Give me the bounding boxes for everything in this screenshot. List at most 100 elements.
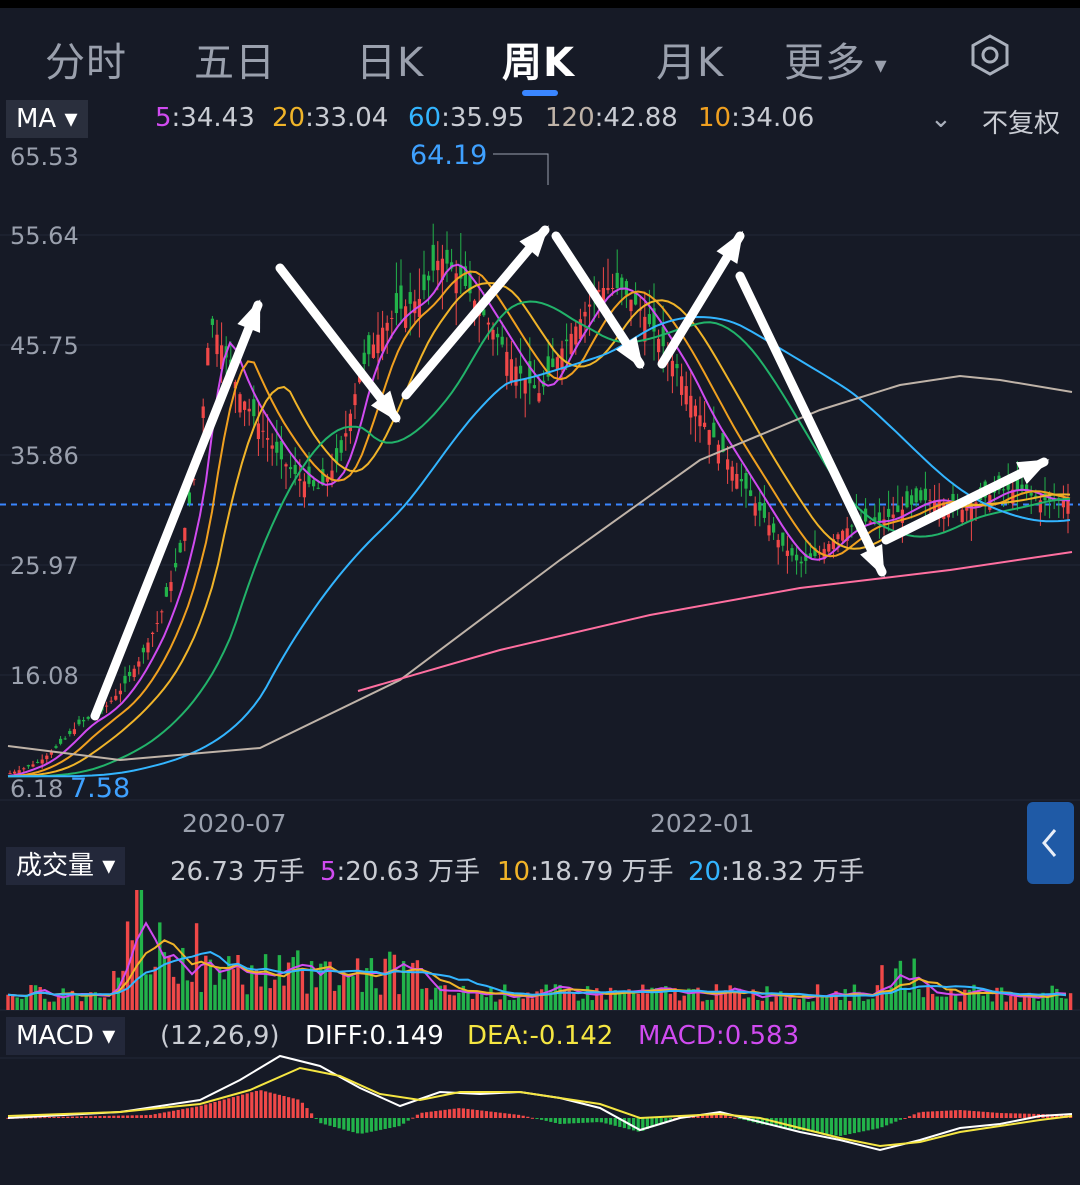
macd-dropdown-button[interactable]: MACD ▾: [6, 1017, 126, 1055]
volume-bar: [383, 958, 387, 1010]
volume-bar: [332, 990, 337, 1010]
macd-params: (12,26,9): [160, 1021, 280, 1051]
volume-bar: [774, 996, 778, 1010]
candle-body: [758, 502, 762, 511]
macd-histogram-bar: [80, 1116, 84, 1118]
macd-histogram-bar: [264, 1091, 268, 1118]
candle-body: [210, 318, 214, 325]
candle-body: [422, 274, 426, 291]
macd-histogram-bar: [480, 1110, 484, 1118]
volume-bar: [765, 986, 769, 1010]
macd-histogram-bar: [940, 1110, 944, 1118]
candle-body: [1029, 492, 1033, 496]
volume-bar: [806, 1001, 811, 1010]
volume-bar: [590, 1000, 594, 1010]
candle-body: [689, 395, 693, 418]
candle-body: [201, 406, 205, 418]
macd-histogram-bar: [963, 1110, 967, 1118]
macd-histogram-bar: [558, 1118, 562, 1124]
candle-body: [275, 441, 279, 453]
macd-histogram-bar: [825, 1118, 829, 1135]
volume-bar: [742, 998, 746, 1010]
macd-histogram-bar: [66, 1116, 70, 1118]
macd-histogram-bar: [300, 1102, 304, 1118]
candle-body: [376, 334, 380, 354]
volume-bar: [52, 1001, 56, 1010]
macd-histogram-bar: [894, 1118, 898, 1122]
volume-bar: [10, 994, 15, 1010]
macd-histogram-bar: [107, 1115, 111, 1118]
macd-histogram-bar: [944, 1110, 948, 1118]
candle-body: [684, 386, 688, 405]
volume-bar: [1036, 1000, 1041, 1010]
volume-ma-5: 5:20.63 万手: [320, 857, 481, 887]
macd-histogram-bar: [273, 1093, 277, 1118]
candle-body: [615, 272, 619, 289]
volume-bar: [259, 986, 263, 1010]
candle-body: [252, 399, 256, 417]
candle-body: [394, 293, 398, 314]
macd-histogram-bar: [231, 1097, 235, 1118]
volume-bar: [43, 998, 47, 1010]
candle-body: [519, 365, 523, 374]
macd-histogram-bar: [599, 1118, 603, 1123]
volume-bar: [622, 991, 627, 1010]
candle-body: [339, 440, 343, 453]
volume-bar: [700, 1001, 705, 1010]
macd-histogram-bar: [342, 1118, 346, 1130]
candle-body: [399, 285, 403, 309]
candle-body: [82, 720, 86, 722]
volume-ma20-line: [7, 951, 1067, 998]
candle-body: [707, 430, 711, 445]
macd-histogram-bar: [889, 1118, 893, 1124]
macd-histogram-bar: [613, 1118, 617, 1126]
price-chart[interactable]: [0, 0, 1080, 1185]
macd-histogram-bar: [250, 1092, 254, 1118]
macd-histogram-bar: [885, 1118, 889, 1126]
volume-bar: [351, 976, 355, 1010]
volume-bar: [291, 957, 295, 1010]
candle-body: [629, 299, 633, 312]
volume-dropdown-button[interactable]: 成交量 ▾: [6, 847, 126, 885]
candle-body: [574, 326, 578, 345]
volume-bar: [493, 1001, 498, 1010]
volume-bar: [6, 994, 10, 1010]
candle-body: [569, 333, 573, 355]
macd-histogram-bar: [406, 1118, 410, 1121]
candle-body: [256, 423, 260, 440]
macd-histogram-bar: [227, 1098, 231, 1118]
volume-bar: [33, 985, 38, 1010]
macd-histogram-bar: [47, 1117, 51, 1119]
macd-histogram-bar: [70, 1116, 74, 1118]
macd-histogram-bar: [305, 1108, 309, 1118]
volume-bar: [199, 991, 203, 1010]
volume-ma5-line: [7, 921, 1067, 1000]
candle-body: [647, 314, 651, 325]
volume-bar: [185, 980, 190, 1010]
macd-histogram-bar: [733, 1117, 737, 1119]
macd-histogram-bar: [507, 1113, 511, 1118]
macd-histogram-bar: [972, 1111, 976, 1118]
volume-bar: [848, 1000, 852, 1010]
macd-histogram-bar: [429, 1111, 433, 1118]
volume-bar: [194, 923, 199, 1010]
candle-body: [183, 527, 187, 541]
candle-body: [293, 464, 297, 474]
macd-histogram-bar: [484, 1111, 488, 1118]
macd-histogram-bar: [572, 1118, 576, 1124]
volume-bar: [273, 979, 277, 1010]
volume-bar: [604, 999, 608, 1010]
volume-bar: [852, 984, 857, 1010]
volume-bar: [342, 970, 346, 1010]
candle-body: [868, 521, 872, 523]
volume-bar: [949, 989, 953, 1010]
volume-bar: [176, 983, 180, 1010]
volume-bar: [907, 992, 912, 1010]
volume-bar: [263, 954, 268, 1010]
candle-body: [118, 690, 122, 695]
volume-bar: [682, 995, 686, 1010]
volume-bar: [457, 992, 461, 1010]
volume-bar: [466, 993, 470, 1010]
volume-bar: [1059, 997, 1064, 1010]
macd-histogram-bar: [461, 1108, 465, 1118]
